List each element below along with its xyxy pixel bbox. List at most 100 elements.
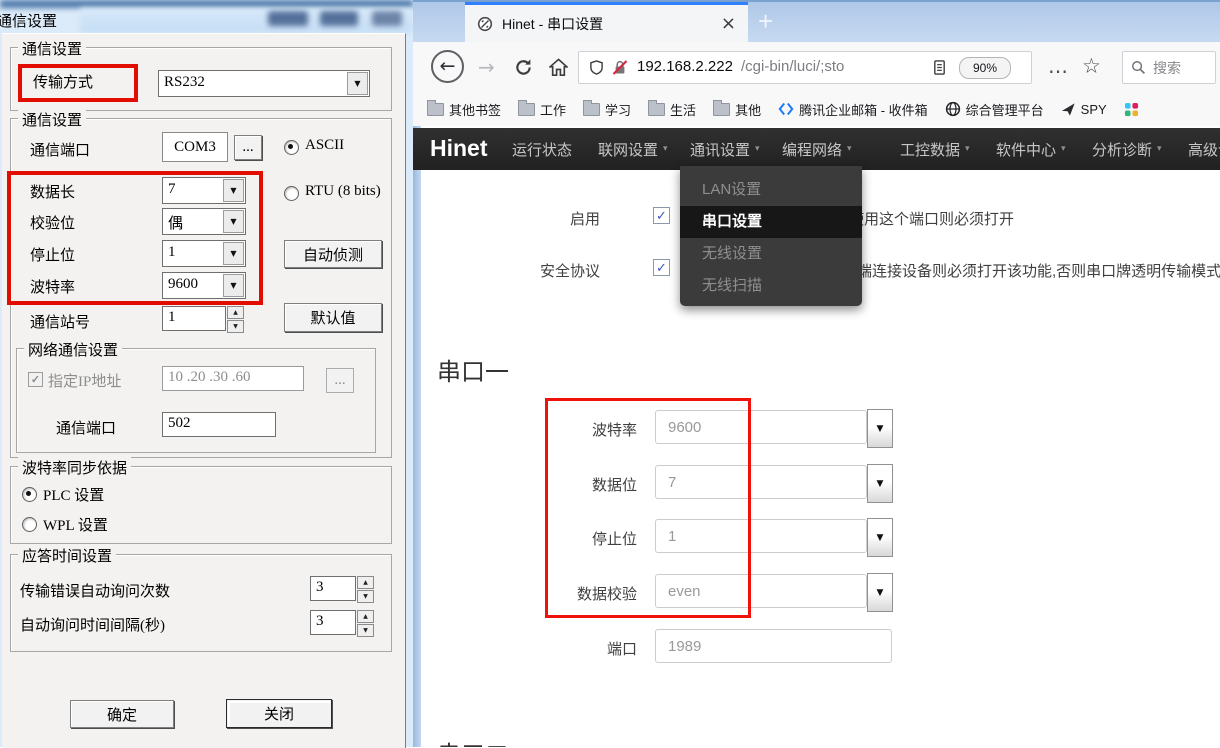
- bookmark-colorful-icon[interactable]: [1124, 102, 1139, 117]
- specify-ip-label: 指定IP地址: [48, 370, 121, 391]
- transfer-mode-select[interactable]: RS232 ▼: [158, 70, 370, 97]
- spinner-up-icon[interactable]: ▲: [357, 610, 374, 623]
- nav-item-comm-settings[interactable]: 通讯设置 ▾: [690, 128, 760, 170]
- nav-item-advanced-settings[interactable]: 高级设置: [1188, 128, 1220, 170]
- tab-hinet[interactable]: Hinet - 串口设置 ×: [465, 2, 748, 42]
- enable-checkbox[interactable]: ✓: [653, 207, 670, 224]
- rtu-radio[interactable]: [284, 186, 299, 201]
- bookmark-folder-work[interactable]: 工作: [518, 100, 566, 119]
- page-actions-icon[interactable]: …: [1048, 54, 1069, 78]
- nav-item-network-settings[interactable]: 联网设置 ▾: [598, 128, 668, 170]
- chevron-down-icon[interactable]: ▼: [867, 573, 893, 612]
- port-input[interactable]: 1989: [655, 629, 892, 663]
- chevron-down-icon: ▾: [1157, 144, 1162, 154]
- forward-button[interactable]: →: [478, 55, 495, 79]
- chevron-down-icon[interactable]: ▼: [867, 464, 893, 503]
- colorful-app-icon: [1124, 102, 1139, 117]
- url-bar[interactable]: 192.168.2.222 /cgi-bin/luci/;sto 90%: [578, 51, 1032, 84]
- nav-item-industrial-data[interactable]: 工控数据 ▾: [900, 128, 970, 170]
- search-icon: [1131, 60, 1146, 75]
- reader-mode-icon[interactable]: [932, 59, 947, 76]
- zoom-level-button[interactable]: 90%: [959, 57, 1011, 79]
- back-arrow-icon: ←: [440, 55, 456, 77]
- close-button[interactable]: 关闭: [226, 699, 332, 728]
- nav-item-run-status[interactable]: 运行状态: [512, 128, 572, 170]
- transfer-mode-value: RS232: [164, 74, 205, 91]
- bookmark-folder-study[interactable]: 学习: [583, 100, 631, 119]
- ok-button[interactable]: 确定: [70, 700, 174, 728]
- menu-item-lan-settings[interactable]: LAN设置: [680, 174, 862, 206]
- chevron-down-icon: ▾: [1061, 144, 1066, 154]
- query-interval-spinner[interactable]: ▲ ▼: [357, 610, 374, 637]
- search-input[interactable]: 搜索: [1122, 51, 1216, 84]
- menu-label: LAN设置: [702, 181, 761, 198]
- home-icon[interactable]: [549, 58, 568, 77]
- ip-browse-button[interactable]: ...: [326, 368, 354, 393]
- wpl-setting-radio[interactable]: [22, 517, 37, 532]
- bookmarks-bar: 其他书签 工作 学习 生活 其他 腾讯企业邮箱 - 收件箱 综合管理平台 S: [413, 92, 1220, 126]
- tab-close-icon[interactable]: ×: [721, 13, 736, 34]
- bookmark-star-icon[interactable]: ☆: [1082, 54, 1101, 78]
- bookmark-label: 其他书签: [449, 100, 501, 119]
- menu-label: 串口设置: [702, 213, 762, 230]
- nav-item-diagnostics[interactable]: 分析诊断 ▾: [1092, 128, 1162, 170]
- serial-port-1-heading: 串口一: [437, 352, 509, 387]
- spinner-up-icon[interactable]: ▲: [357, 576, 374, 589]
- bookmark-management-platform[interactable]: 综合管理平台: [945, 100, 1044, 119]
- specify-ip-checkbox[interactable]: ✓: [28, 372, 43, 387]
- query-interval-input[interactable]: 3: [310, 610, 356, 635]
- bookmark-folder-life[interactable]: 生活: [648, 100, 696, 119]
- net-port-input[interactable]: 502: [162, 412, 276, 437]
- bookmark-tencent-mail[interactable]: 腾讯企业邮箱 - 收件箱: [778, 100, 928, 119]
- nav-item-programming-network[interactable]: 编程网络 ▾: [782, 128, 852, 170]
- retry-count-input[interactable]: 3: [310, 576, 356, 601]
- com-port-value: COM3: [174, 139, 216, 156]
- insecure-lock-icon[interactable]: [612, 59, 628, 76]
- spinner-up-icon[interactable]: ▲: [227, 306, 244, 319]
- tencent-mail-icon: [778, 101, 794, 117]
- ascii-radio[interactable]: [284, 140, 299, 155]
- search-placeholder: 搜索: [1153, 58, 1181, 78]
- bookmark-spy[interactable]: SPY: [1061, 102, 1107, 117]
- menu-item-wireless-settings[interactable]: 无线设置: [680, 238, 862, 270]
- enable-label: 启用: [540, 208, 600, 229]
- bookmark-folder-misc[interactable]: 其他: [713, 100, 761, 119]
- site-logo[interactable]: Hinet: [430, 135, 488, 162]
- check-icon: ✓: [656, 208, 667, 224]
- net-port-label: 通信端口: [56, 417, 116, 438]
- spinner-down-icon[interactable]: ▼: [227, 320, 244, 333]
- response-time-title: 应答时间设置: [18, 545, 116, 566]
- tracking-shield-icon[interactable]: [589, 59, 604, 76]
- chevron-down-icon[interactable]: ▼: [867, 518, 893, 557]
- background-window-blur: [0, 0, 413, 8]
- query-interval-label: 自动询问时间间隔(秒): [20, 614, 165, 635]
- menu-item-serial-settings[interactable]: 串口设置: [680, 206, 862, 238]
- spinner-down-icon[interactable]: ▼: [357, 624, 374, 637]
- station-input[interactable]: 1: [162, 306, 226, 331]
- bookmark-folder-other-bookmarks[interactable]: 其他书签: [427, 100, 501, 119]
- secure-protocol-checkbox[interactable]: ✓: [653, 259, 670, 276]
- nav-item-software-center[interactable]: 软件中心 ▾: [996, 128, 1066, 170]
- nav-label: 编程网络: [782, 139, 842, 160]
- new-tab-button[interactable]: +: [758, 6, 773, 37]
- com-port-browse-button[interactable]: ...: [234, 135, 262, 160]
- menu-item-wireless-scan[interactable]: 无线扫描: [680, 270, 862, 302]
- plc-comm-dialog: 通信设置 通信设置 传输方式 RS232 ▼ 通信设置 通信端口 COM3 ..…: [0, 0, 413, 747]
- com-port-button[interactable]: COM3: [162, 132, 228, 162]
- station-spinner[interactable]: ▲ ▼: [227, 306, 244, 333]
- retry-count-spinner[interactable]: ▲ ▼: [357, 576, 374, 603]
- network-group-title: 网络通信设置: [24, 339, 122, 360]
- nav-label: 分析诊断: [1092, 139, 1152, 160]
- chevron-down-icon[interactable]: ▼: [347, 72, 368, 95]
- chevron-down-icon[interactable]: ▼: [867, 409, 893, 448]
- ip-address-input[interactable]: 10 .20 .30 .60: [162, 366, 304, 391]
- baud-sync-title: 波特率同步依据: [18, 457, 131, 478]
- back-button[interactable]: ←: [431, 50, 464, 83]
- ascii-radio-label: ASCII: [305, 137, 344, 154]
- folder-icon: [648, 103, 665, 116]
- spinner-down-icon[interactable]: ▼: [357, 590, 374, 603]
- plc-setting-radio[interactable]: [22, 487, 37, 502]
- autodetect-button[interactable]: 自动侦测: [284, 240, 382, 268]
- default-button[interactable]: 默认值: [284, 303, 382, 332]
- reload-icon[interactable]: [514, 58, 533, 77]
